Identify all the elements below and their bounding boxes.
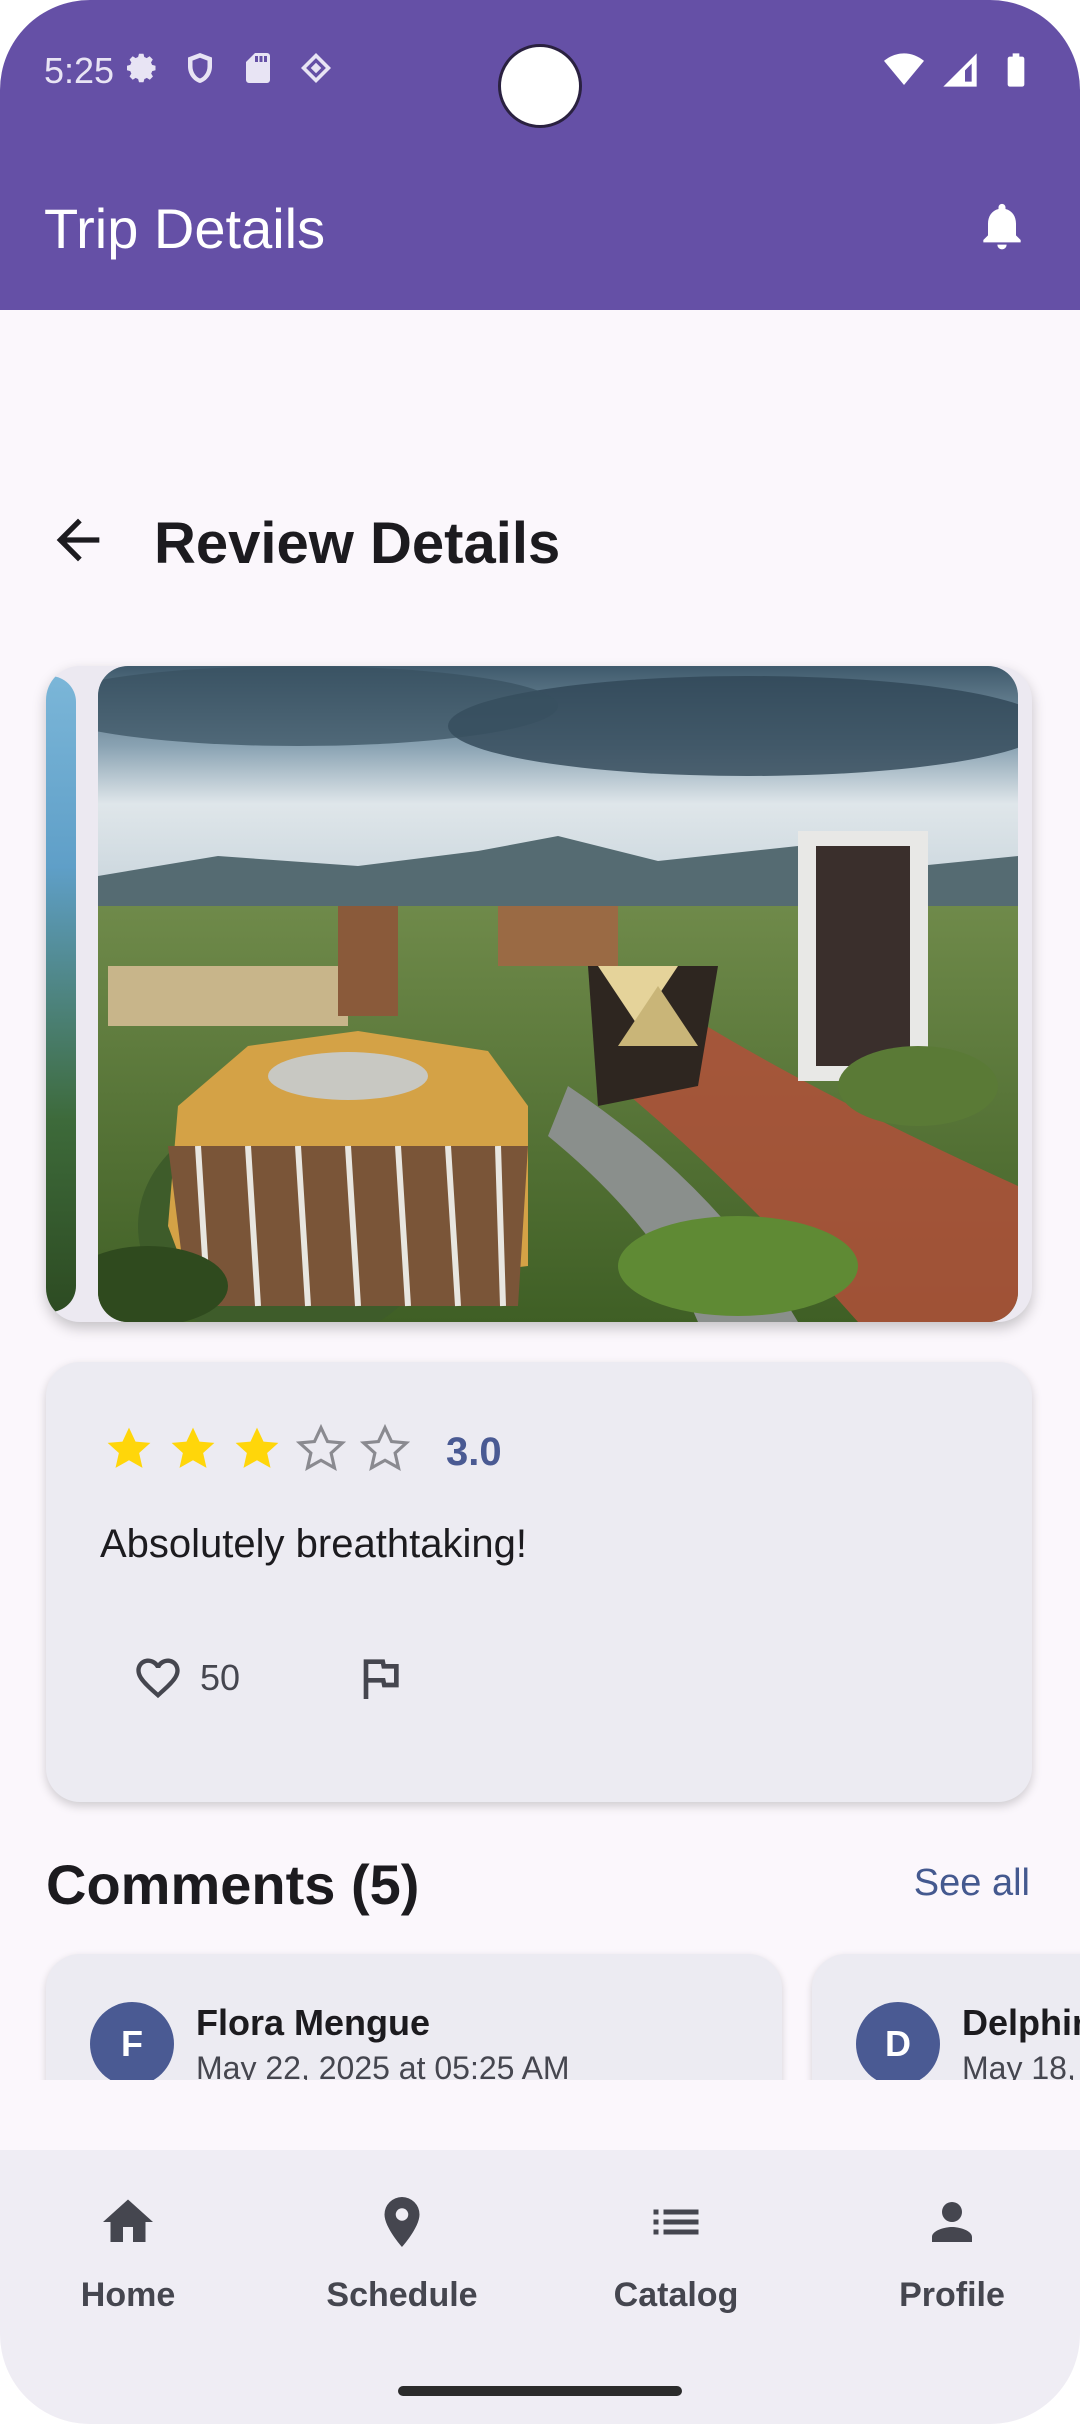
star-filled-icon — [235, 1427, 279, 1468]
settings-icon — [127, 53, 156, 83]
battery-icon — [1007, 53, 1025, 87]
home-icon — [103, 2199, 153, 2242]
signal-icon — [943, 53, 977, 87]
star-filled-icon — [171, 1427, 215, 1468]
bell-icon — [983, 203, 1021, 250]
nav-label: Catalog — [613, 2276, 739, 2314]
nav-catalog[interactable]: Catalog — [576, 2192, 776, 2315]
previous-image-peek[interactable] — [46, 676, 76, 1312]
status-time: 5:25 — [44, 50, 115, 91]
nav-label: Home — [80, 2276, 176, 2314]
report-button[interactable] — [352, 1650, 408, 1706]
review-text: Absolutely breathtaking! — [100, 1522, 527, 1566]
status-icons-right — [884, 50, 1036, 90]
flag-outline-icon — [363, 1659, 399, 1699]
city-aerial-photo — [98, 666, 1018, 1322]
heart-outline-icon — [136, 1658, 180, 1699]
image-carousel[interactable] — [46, 666, 1032, 1322]
comment-card[interactable]: D Delphine May 18, 2025 — [812, 1954, 1080, 2080]
comment-date: May 18, 2025 — [962, 2050, 1080, 2080]
bottom-navigation: Home Schedule Catalog Profile — [0, 2150, 1080, 2424]
nav-profile[interactable]: Profile — [852, 2192, 1052, 2315]
arrow-back-icon — [56, 518, 100, 562]
shield-icon — [188, 53, 212, 83]
like-button[interactable]: 50 — [132, 1652, 240, 1704]
rating-value: 3.0 — [446, 1430, 502, 1474]
top-app-bar: 5:25 Trip Details — [0, 0, 1080, 310]
nav-schedule[interactable]: Schedule — [302, 2192, 502, 2315]
location-pin-icon — [384, 2197, 420, 2247]
app-bar-title: Trip Details — [44, 197, 326, 260]
nav-label: Schedule — [326, 2276, 478, 2314]
comment-date: May 22, 2025 at 05:25 AM — [196, 2050, 570, 2080]
star-outline-icon — [295, 1423, 347, 1472]
notifications-button[interactable] — [974, 198, 1030, 254]
back-button[interactable] — [46, 508, 110, 572]
nav-label: Profile — [899, 2276, 1005, 2314]
screen: 5:25 Trip Details Review Details 3.0 Abs… — [0, 0, 1080, 2424]
diamond-icon — [301, 53, 331, 83]
comment-author: Delphine — [962, 2002, 1080, 2043]
avatar: D — [856, 2002, 940, 2080]
comments-carousel[interactable]: F Flora Mengue May 22, 2025 at 05:25 AM … — [0, 1946, 1080, 2080]
wifi-icon — [884, 53, 924, 85]
star-outline-icon — [359, 1423, 411, 1472]
star-rating — [102, 1422, 412, 1476]
person-icon — [932, 2202, 972, 2242]
comment-author: Flora Mengue — [196, 2002, 431, 2043]
page-title: Review Details — [154, 511, 561, 576]
list-icon — [653, 2209, 699, 2235]
comments-title: Comments (5) — [46, 1853, 420, 1916]
comment-card[interactable]: F Flora Mengue May 22, 2025 at 05:25 AM — [46, 1954, 782, 2080]
status-icons-left — [124, 50, 334, 86]
avatar: F — [90, 2002, 174, 2080]
nav-home[interactable]: Home — [28, 2192, 228, 2315]
star-filled-icon — [107, 1427, 151, 1468]
sd-card-icon — [246, 53, 270, 83]
camera-cutout — [498, 44, 582, 128]
home-indicator[interactable] — [398, 2386, 682, 2396]
see-all-link[interactable]: See all — [914, 1862, 1030, 1905]
like-count: 50 — [200, 1657, 241, 1698]
review-card: 3.0 Absolutely breathtaking! 50 — [46, 1362, 1032, 1802]
